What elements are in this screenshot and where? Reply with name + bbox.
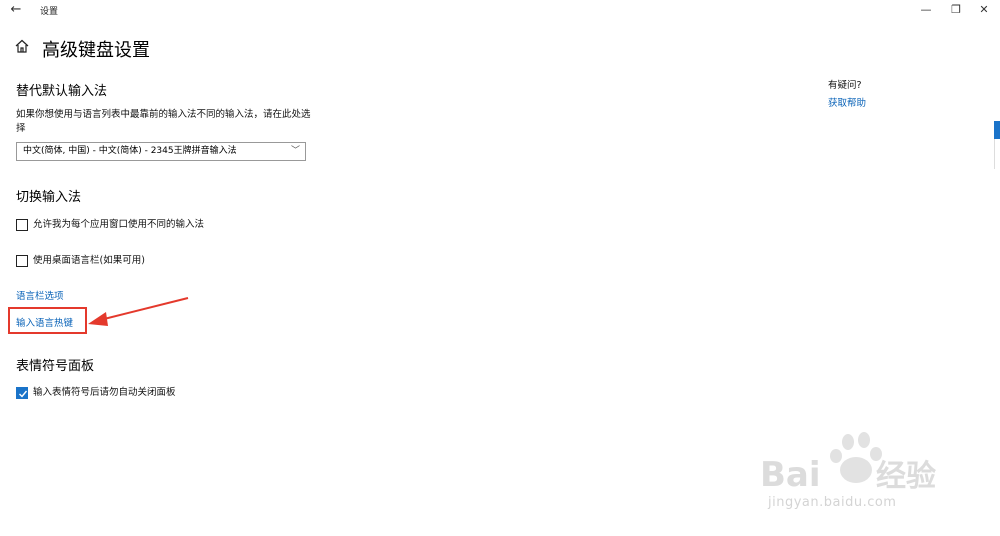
scrollbar-track [994, 139, 1000, 169]
desktop-langbar-checkbox[interactable] [16, 255, 28, 267]
home-icon[interactable] [14, 38, 32, 56]
per-app-input-label: 允许我为每个应用窗口使用不同的输入法 [33, 219, 205, 230]
scrollbar-thumb[interactable] [994, 121, 1000, 139]
section-heading-emoji-panel: 表情符号面板 [16, 359, 95, 374]
page-title: 高级键盘设置 [42, 40, 150, 61]
section-heading-default-input: 替代默认输入法 [16, 84, 108, 99]
emoji-panel-checkbox[interactable] [16, 387, 28, 399]
checkmark-icon [19, 390, 28, 398]
window-title: 设置 [40, 7, 59, 17]
emoji-panel-label: 输入表情符号后请勿自动关闭面板 [33, 387, 176, 398]
title-bar: ← 设置 — ❐ ✕ [0, 0, 1000, 22]
restore-icon[interactable]: ❐ [946, 2, 966, 18]
watermark-url: jingyan.baidu.com [768, 495, 897, 510]
close-icon[interactable]: ✕ [974, 2, 994, 18]
svg-text:经验: 经验 [876, 459, 936, 494]
desktop-langbar-label: 使用桌面语言栏(如果可用) [33, 255, 145, 266]
per-app-input-checkbox[interactable] [16, 219, 28, 231]
minimize-icon[interactable]: — [916, 2, 936, 18]
get-help-link[interactable]: 获取帮助 [828, 95, 866, 109]
annotation-arrow-icon [88, 297, 189, 326]
help-question: 有疑问? [828, 80, 862, 91]
default-input-select[interactable]: 中文(简体, 中国) - 中文(简体) - 2345王牌拼音输入法 ﹀ [16, 142, 306, 161]
back-arrow-icon[interactable]: ← [8, 2, 24, 18]
default-input-description: 如果你想使用与语言列表中最靠前的输入法不同的输入法，请在此处选择 [16, 109, 311, 134]
language-bar-options-link[interactable]: 语言栏选项 [16, 288, 64, 302]
svg-text:Bai: Bai [760, 455, 821, 495]
chevron-down-icon: ﹀ [290, 146, 300, 156]
default-input-select-value: 中文(简体, 中国) - 中文(简体) - 2345王牌拼音输入法 [23, 146, 237, 156]
highlight-box [8, 307, 87, 334]
section-heading-switch-input: 切换输入法 [16, 190, 82, 205]
